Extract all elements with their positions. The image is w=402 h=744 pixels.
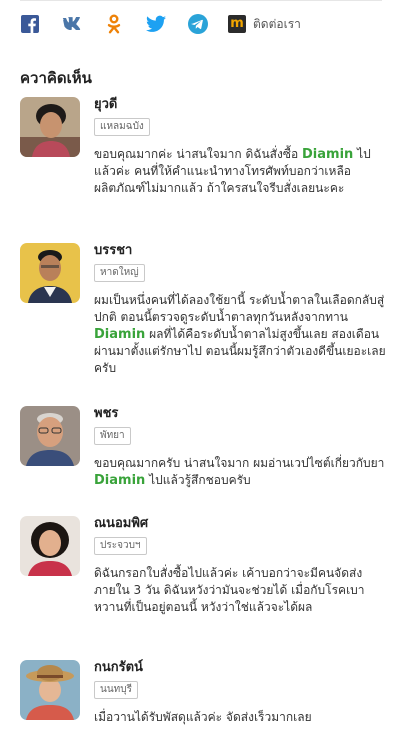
m-logo-icon: m (228, 15, 246, 33)
odnoklassniki-icon[interactable] (104, 14, 124, 34)
location-badge: นนทบุรี (94, 681, 138, 699)
comments-title: ควาคิดเห็น (20, 69, 92, 87)
commenter-name: ณนอมพิศ (94, 516, 149, 531)
comment-text-part: ขอบคุณมากครับ น่าสนใจมาก ผมอ่านเวปไซต์เก… (94, 456, 385, 470)
avatar (20, 97, 80, 157)
avatar (20, 406, 80, 466)
brand-name: Diamin (94, 473, 146, 488)
location-badge: หาดใหญ่ (94, 264, 145, 282)
vk-icon[interactable] (62, 14, 82, 34)
avatar (20, 243, 80, 303)
comment-text: เมื่อวานได้รับพัสดุแล้วค่ะ จัดส่งเร็วมาก… (94, 709, 390, 726)
comment-text-part: เมื่อวานได้รับพัสดุแล้วค่ะ จัดส่งเร็วมาก… (94, 710, 312, 724)
commenter-name: ยุวดี (94, 97, 118, 112)
avatar (20, 516, 80, 576)
comment-text-part: ผมเป็นหนึ่งคนที่ได้ลองใช้ยานี้ ระดับน้ำต… (94, 293, 385, 324)
comment-text: ดิฉันกรอกใบสั่งซื้อไปแล้วค่ะ เค้าบอกว่าจ… (94, 565, 390, 616)
comment-text: ผมเป็นหนึ่งคนที่ได้ลองใช้ยานี้ ระดับน้ำต… (94, 292, 390, 377)
comment-text-part: ขอบคุณมากค่ะ น่าสนใจมาก ดิฉันสั่งซื้อ (94, 147, 302, 161)
brand-name: Diamin (302, 147, 354, 162)
contact-us-label: ติดต่อเรา (253, 16, 301, 31)
location-badge: พัทยา (94, 427, 131, 445)
comment-text-part: ไปแล้วรู้สึกชอบครับ (145, 473, 251, 487)
brand-name: Diamin (94, 327, 146, 342)
comment-text: ขอบคุณมากครับ น่าสนใจมาก ผมอ่านเวปไซต์เก… (94, 455, 390, 489)
telegram-icon[interactable] (188, 14, 208, 34)
top-divider (20, 0, 382, 1)
twitter-icon[interactable] (146, 14, 166, 34)
location-badge: แหลมฉบัง (94, 118, 150, 136)
commenter-name: กนกรัตน์ (94, 660, 143, 675)
contact-us-link[interactable]: m ติดต่อเรา (228, 15, 301, 34)
comment-text-part: ดิฉันกรอกใบสั่งซื้อไปแล้วค่ะ เค้าบอกว่าจ… (94, 566, 365, 614)
commenter-name: พชร (94, 406, 119, 421)
share-bar: m ติดต่อเรา (20, 13, 301, 35)
comment-text: ขอบคุณมากค่ะ น่าสนใจมาก ดิฉันสั่งซื้อ Di… (94, 146, 390, 197)
location-badge: ประจวบฯ (94, 537, 147, 555)
facebook-icon[interactable] (20, 14, 40, 34)
commenter-name: บรรชา (94, 243, 133, 258)
avatar (20, 660, 80, 720)
